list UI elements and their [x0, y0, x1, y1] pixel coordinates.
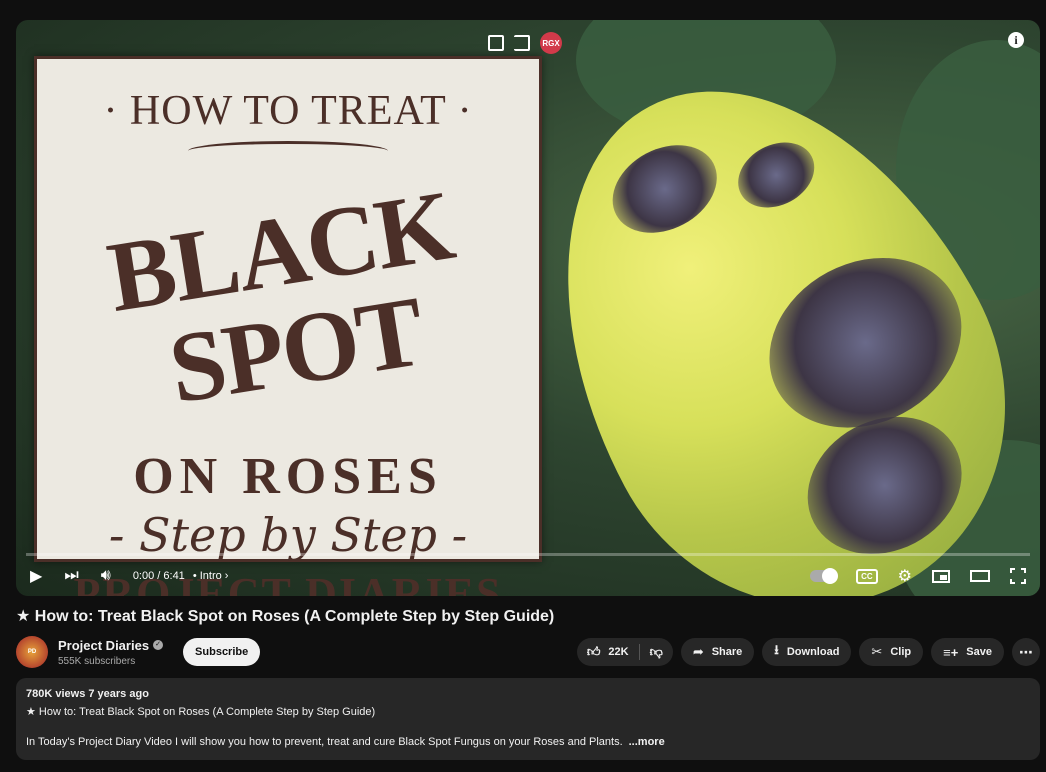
subscribe-button[interactable]: Subscribe: [183, 638, 261, 666]
channel-avatar[interactable]: PD: [16, 636, 48, 668]
more-actions-icon[interactable]: ⋯: [1012, 638, 1040, 666]
dislike-button[interactable]: 👎︎: [640, 638, 673, 666]
share-icon: ➦: [692, 644, 704, 659]
download-button[interactable]: ⭳ Download: [762, 638, 852, 666]
video-player[interactable]: · HOW TO TREAT · BLACK SPOT ON ROSES - S…: [16, 20, 1040, 596]
download-icon: ⭳: [774, 642, 779, 657]
description-box[interactable]: 780K views 7 years ago ★ How to: Treat B…: [16, 678, 1040, 760]
channel-row: PD Project Diaries ✓ 555K subscribers Su…: [16, 634, 1040, 670]
autoplay-toggle[interactable]: [810, 568, 839, 584]
time-display: 0:00 / 6:41: [132, 570, 185, 582]
black-spot: [726, 129, 826, 221]
decorative-swirl: [188, 141, 388, 161]
next-icon[interactable]: ⏭: [64, 567, 78, 585]
channel-info: Project Diaries ✓ 555K subscribers: [58, 638, 164, 667]
thumbnail-title-card: · HOW TO TREAT · BLACK SPOT ON ROSES - S…: [34, 56, 542, 596]
clip-button[interactable]: ✂ Clip: [859, 638, 924, 666]
description-body: In Today's Project Diary Video I will sh…: [26, 736, 665, 748]
channel-name[interactable]: Project Diaries: [58, 638, 149, 653]
scissors-icon: ✂: [871, 644, 883, 659]
share-button[interactable]: ➦ Share: [680, 638, 755, 666]
verified-icon: ✓: [153, 640, 164, 650]
thumbnail-line-3: ON ROSES: [133, 448, 443, 505]
chapter-label[interactable]: • Intro ›: [193, 570, 229, 582]
save-button[interactable]: ≡+ Save: [931, 638, 1004, 666]
player-controls: ▶ ⏭ 🔊︎ 0:00 / 6:41 • Intro › CC ⚙: [16, 556, 1040, 596]
like-button[interactable]: 👍︎ 22K: [577, 638, 639, 666]
info-icon[interactable]: i: [1008, 32, 1024, 48]
miniplayer-icon[interactable]: [932, 569, 950, 583]
sign-in-icon[interactable]: [514, 35, 530, 51]
black-spot: [597, 127, 733, 251]
overlay-badge[interactable]: RGX: [540, 32, 562, 54]
volume-icon[interactable]: 🔊︎: [101, 567, 111, 585]
play-icon[interactable]: ▶: [30, 566, 42, 586]
captions-icon[interactable]: CC: [856, 568, 878, 584]
more-link[interactable]: ...more: [629, 736, 665, 748]
thumbs-up-icon: 👍︎: [586, 644, 601, 659]
thumbnail-line-2: BLACK SPOT: [100, 169, 460, 425]
like-count: 22K: [608, 646, 629, 658]
subscriber-count: 555K subscribers: [58, 655, 136, 667]
video-title: ★ How to: Treat Black Spot on Roses (A C…: [16, 608, 555, 625]
fullscreen-icon[interactable]: [1010, 568, 1026, 584]
playlist-add-icon: ≡+: [943, 644, 959, 660]
like-dislike-group: 👍︎ 22K 👎︎: [576, 638, 673, 666]
player-top-icons: RGX: [488, 32, 562, 54]
thumbnail-line-1: · HOW TO TREAT ·: [103, 88, 473, 134]
description-title-line: ★ How to: Treat Black Spot on Roses (A C…: [26, 706, 376, 718]
view-count-date: 780K views 7 years ago: [26, 688, 149, 700]
theater-mode-icon[interactable]: [970, 570, 990, 582]
thumbs-down-icon: 👎︎: [649, 644, 663, 659]
settings-gear-icon[interactable]: ⚙: [898, 566, 912, 586]
action-bar: 👍︎ 22K 👎︎ ➦ Share ⭳ Download ✂ Clip ≡+ S…: [576, 638, 1040, 666]
copy-link-icon[interactable]: [488, 35, 504, 51]
